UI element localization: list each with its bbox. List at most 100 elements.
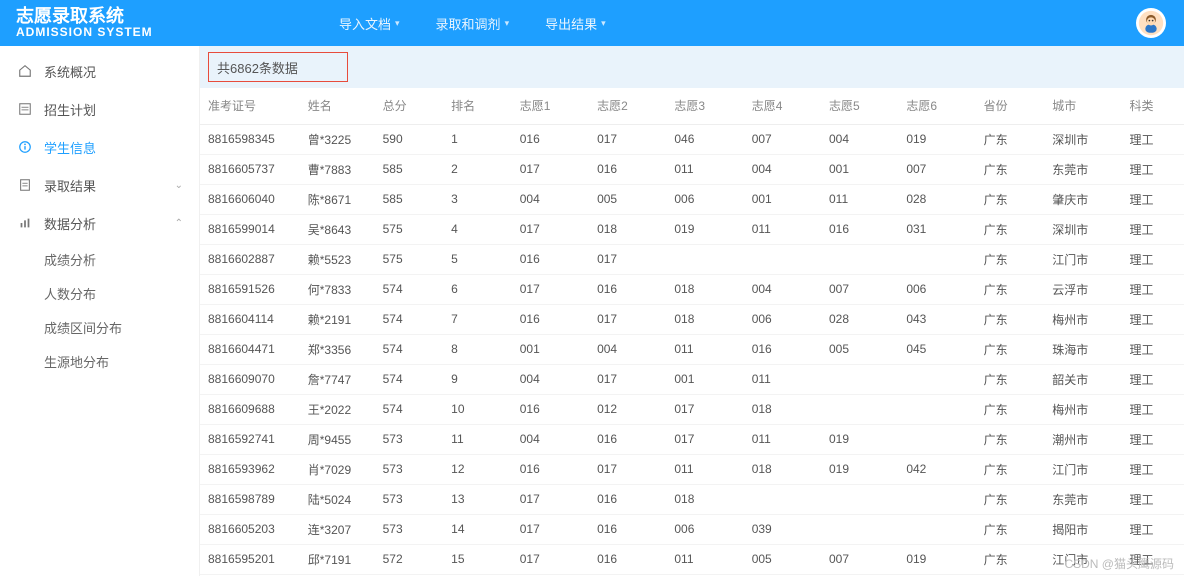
sidebar-sub-label: 成绩分析 <box>44 250 96 269</box>
nav-admit[interactable]: 录取和调剂 ▾ <box>418 0 528 46</box>
table-cell: 11 <box>443 424 512 454</box>
table-cell: 016 <box>512 454 589 484</box>
table-cell: 1 <box>443 124 512 154</box>
table-header-row: 准考证号姓名总分排名志愿1志愿2志愿3志愿4志愿5志愿6省份城市科类 <box>200 88 1184 124</box>
col-header[interactable]: 准考证号 <box>200 88 300 124</box>
table-cell: 12 <box>443 454 512 484</box>
table-cell: 011 <box>744 214 821 244</box>
table-row[interactable]: 8816599014吴*86435754017018019011016031广东… <box>200 214 1184 244</box>
table-cell: 004 <box>589 334 666 364</box>
table-cell: 001 <box>512 334 589 364</box>
students-table: 准考证号姓名总分排名志愿1志愿2志愿3志愿4志愿5志愿6省份城市科类 88165… <box>200 88 1184 576</box>
sidebar-sub-origin[interactable]: 生源地分布 <box>0 344 199 378</box>
table-cell: 广东 <box>976 154 1045 184</box>
table-cell: 006 <box>744 304 821 334</box>
sidebar-item-plan[interactable]: 招生计划 <box>0 90 199 128</box>
table-cell: 007 <box>744 124 821 154</box>
col-header[interactable]: 志愿1 <box>512 88 589 124</box>
table-cell: 043 <box>898 304 975 334</box>
table-cell: 广东 <box>976 484 1045 514</box>
table-cell: 012 <box>589 394 666 424</box>
col-header[interactable]: 省份 <box>976 88 1045 124</box>
col-header[interactable]: 总分 <box>375 88 444 124</box>
sidebar-sub-range[interactable]: 成绩区间分布 <box>0 310 199 344</box>
table-row[interactable]: 8816593962肖*702957312016017011018019042广… <box>200 454 1184 484</box>
table-cell: 深圳市 <box>1044 124 1121 154</box>
table-cell: 8816593962 <box>200 454 300 484</box>
table-cell: 5 <box>443 244 512 274</box>
table-cell: 理工 <box>1122 514 1184 544</box>
table-row[interactable]: 8816609688王*202257410016012017018广东梅州市理工 <box>200 394 1184 424</box>
table-cell: 004 <box>512 364 589 394</box>
sidebar-sub-score[interactable]: 成绩分析 <box>0 242 199 276</box>
table-row[interactable]: 8816605737曹*78835852017016011004001007广东… <box>200 154 1184 184</box>
table-cell: 016 <box>512 304 589 334</box>
sidebar-item-students[interactable]: 学生信息 <box>0 128 199 166</box>
table-cell: 006 <box>898 274 975 304</box>
table-row[interactable]: 8816605203连*320757314017016006039广东揭阳市理工 <box>200 514 1184 544</box>
table-cell: 016 <box>589 514 666 544</box>
nav-import[interactable]: 导入文档 ▾ <box>321 0 418 46</box>
table-row[interactable]: 8816591526何*78335746017016018004007006广东… <box>200 274 1184 304</box>
table-cell: 016 <box>821 214 898 244</box>
table-cell: 梅州市 <box>1044 304 1121 334</box>
table-row[interactable]: 8816609070詹*77475749004017001011广东韶关市理工 <box>200 364 1184 394</box>
col-header[interactable]: 科类 <box>1122 88 1184 124</box>
table-cell: 理工 <box>1122 394 1184 424</box>
table-cell: 梅州市 <box>1044 394 1121 424</box>
table-cell <box>821 244 898 274</box>
table-cell: 573 <box>375 424 444 454</box>
table-row[interactable]: 8816595201邱*719157215017016011005007019广… <box>200 544 1184 574</box>
col-header[interactable]: 姓名 <box>300 88 375 124</box>
table-cell: 8816604471 <box>200 334 300 364</box>
table-cell: 理工 <box>1122 124 1184 154</box>
table-cell: 017 <box>589 454 666 484</box>
table-cell: 011 <box>744 424 821 454</box>
table-cell: 005 <box>589 184 666 214</box>
table-cell: 018 <box>666 484 743 514</box>
col-header[interactable]: 志愿2 <box>589 88 666 124</box>
table-cell: 001 <box>744 184 821 214</box>
col-header[interactable]: 志愿3 <box>666 88 743 124</box>
col-header[interactable]: 城市 <box>1044 88 1121 124</box>
table-row[interactable]: 8816598345曾*32255901016017046007004019广东… <box>200 124 1184 154</box>
table-cell: 007 <box>898 154 975 184</box>
table-cell: 018 <box>666 304 743 334</box>
nav-export[interactable]: 导出结果 ▾ <box>527 0 624 46</box>
table-cell: 理工 <box>1122 184 1184 214</box>
sidebar-item-analysis[interactable]: 数据分析 ⌃ <box>0 204 199 242</box>
table-cell: 珠海市 <box>1044 334 1121 364</box>
sidebar-item-overview[interactable]: 系统概况 <box>0 52 199 90</box>
table-cell: 广东 <box>976 244 1045 274</box>
table-cell <box>898 514 975 544</box>
col-header[interactable]: 志愿6 <box>898 88 975 124</box>
table-cell: 019 <box>666 214 743 244</box>
table-cell: 019 <box>821 454 898 484</box>
table-body: 8816598345曾*32255901016017046007004019广东… <box>200 124 1184 576</box>
table-cell: 邱*7191 <box>300 544 375 574</box>
table-cell: 8816609070 <box>200 364 300 394</box>
sidebar-item-results[interactable]: 录取结果 ⌄ <box>0 166 199 204</box>
table-row[interactable]: 8816598789陆*502457313017016018广东东莞市理工 <box>200 484 1184 514</box>
table-cell: 017 <box>589 304 666 334</box>
table-row[interactable]: 8816604114赖*21915747016017018006028043广东… <box>200 304 1184 334</box>
table-row[interactable]: 8816592741周*945557311004016017011019广东潮州… <box>200 424 1184 454</box>
avatar[interactable] <box>1136 8 1166 38</box>
table-cell: 8816605737 <box>200 154 300 184</box>
table-cell: 028 <box>821 304 898 334</box>
table-cell: 广东 <box>976 454 1045 484</box>
table-row[interactable]: 8816606040陈*86715853004005006001011028广东… <box>200 184 1184 214</box>
table-row[interactable]: 8816604471郑*33565748001004011016005045广东… <box>200 334 1184 364</box>
table-cell: 周*9455 <box>300 424 375 454</box>
table-row[interactable]: 8816602887赖*55235755016017广东江门市理工 <box>200 244 1184 274</box>
table-cell: 011 <box>666 544 743 574</box>
table-cell: 004 <box>512 424 589 454</box>
col-header[interactable]: 志愿5 <box>821 88 898 124</box>
col-header[interactable]: 志愿4 <box>744 88 821 124</box>
summary-count-box: 共6862条数据 <box>208 52 348 82</box>
table-cell: 广东 <box>976 184 1045 214</box>
table-wrap[interactable]: 准考证号姓名总分排名志愿1志愿2志愿3志愿4志愿5志愿6省份城市科类 88165… <box>200 88 1184 576</box>
logo-en: ADMISSION SYSTEM <box>16 26 201 39</box>
col-header[interactable]: 排名 <box>443 88 512 124</box>
sidebar-sub-count[interactable]: 人数分布 <box>0 276 199 310</box>
